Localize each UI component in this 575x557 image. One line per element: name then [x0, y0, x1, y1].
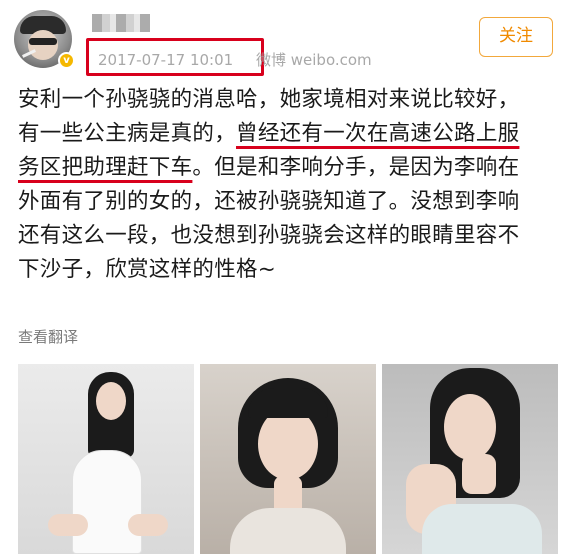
post-line: 外面有了别的女的，还被孙骁骁知道了。没想到李响 [18, 185, 566, 219]
photo-thumbnail[interactable] [382, 364, 558, 554]
post-line: 下沙子，欣赏这样的性格~ [18, 253, 566, 287]
highlighted-text: 务区把助理赶下车 [18, 155, 193, 180]
highlighted-text: 曾经还有一次在高速公路上服 [236, 121, 520, 146]
post-line: 还有这么一段，也没想到孙骁骁会这样的眼睛里容不 [18, 219, 566, 253]
follow-button[interactable]: 关注 [479, 17, 553, 57]
post-header: v 2017-07-17 10:01 微博 weibo.com 关注 [0, 0, 575, 80]
text-segment: 外面有了别的女的，还被孙骁骁知道了。没想到李响 [18, 189, 520, 214]
post-body: 安利一个孙骁骁的消息哈，她家境相对来说比较好， 有一些公主病是真的，曾经还有一次… [18, 83, 566, 287]
text-segment: 有一些公主病是真的， [18, 121, 237, 146]
photo-grid [18, 364, 558, 554]
text-segment: 安利一个孙骁骁的消息哈，她家境相对来说比较好， [18, 87, 520, 112]
post-meta: 2017-07-17 10:01 微博 weibo.com [92, 48, 372, 72]
post-timestamp: 2017-07-17 10:01 [98, 51, 234, 69]
text-segment: 。但是和李响分手，是因为李响在 [192, 155, 520, 180]
photo-thumbnail[interactable] [18, 364, 194, 554]
text-segment: 下沙子，欣赏这样的性格~ [18, 257, 277, 282]
translate-link[interactable]: 查看翻译 [18, 326, 78, 347]
post-line: 务区把助理赶下车。但是和李响分手，是因为李响在 [18, 151, 566, 185]
username-redacted[interactable] [92, 14, 150, 32]
post-source: 微博 weibo.com [256, 51, 372, 69]
photo-thumbnail[interactable] [200, 364, 376, 554]
post-line: 有一些公主病是真的，曾经还有一次在高速公路上服 [18, 117, 566, 151]
v-badge-icon: v [58, 52, 75, 69]
post-line: 安利一个孙骁骁的消息哈，她家境相对来说比较好， [18, 83, 566, 117]
text-segment: 还有这么一段，也没想到孙骁骁会这样的眼睛里容不 [18, 223, 520, 248]
